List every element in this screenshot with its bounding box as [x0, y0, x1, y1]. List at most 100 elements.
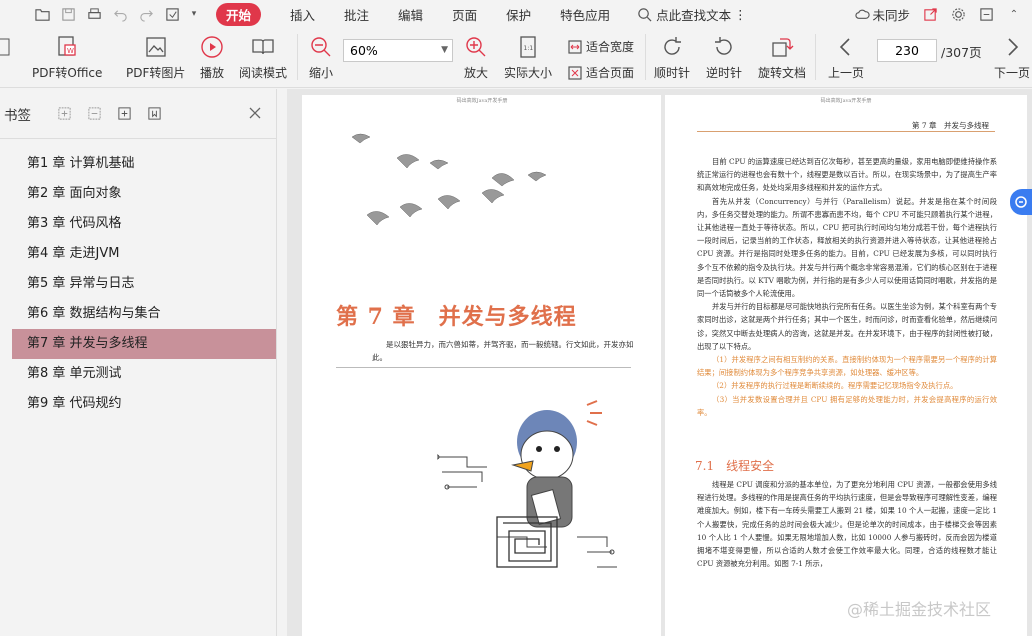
document-viewport[interactable]: 码出高效Java开发手册 第 7 章 并发与多线程 是以狠牡异力，而六兽如蒂，并…: [287, 89, 1032, 636]
chapter-intro: 是以狠牡异力，而六兽如蒂，并驾齐驱，而一毅统辖。行文如此，开发亦如此。: [372, 340, 634, 362]
bookmark-item-active[interactable]: 第7 章 并发与多线程: [12, 329, 276, 359]
paragraph: 目前 CPU 的运算速度已经达到百亿次每秒，甚至更高的量级，家用电脑即便维持操作…: [697, 157, 997, 193]
fit-page-button[interactable]: 适合页面: [567, 64, 634, 81]
zoom-select[interactable]: 60% ▼: [343, 39, 453, 62]
running-head: 第 7 章 并发与多线程: [911, 121, 989, 130]
find-text-box[interactable]: 点此查找文本 ⋮: [637, 5, 747, 24]
bookmark-item[interactable]: 第3 章 代码风格: [12, 209, 276, 239]
search-icon: [638, 7, 652, 21]
folder-icon[interactable]: [34, 6, 50, 22]
bookmark-icon[interactable]: [147, 106, 163, 122]
menu-features[interactable]: 特色应用: [560, 5, 610, 24]
chapter-title: 第 7 章 并发与多线程: [336, 304, 577, 330]
highlight-paragraph: （2）并发程序的执行过程是断断续续的。程序需要记忆现场指令及执行点。: [712, 381, 958, 391]
export-icon[interactable]: [164, 6, 180, 22]
section-title: 7.1 线程安全: [695, 459, 775, 473]
highlight-paragraph: （1）并发程序之间有相互制约的关系。直接制约体现为一个程序需要另一个程序的计算结…: [697, 355, 997, 378]
sync-status[interactable]: 未同步: [872, 5, 910, 24]
toolbar-separator: [297, 34, 298, 80]
pdf-to-office-button[interactable]: W PDF转Office: [32, 34, 102, 81]
menu-annotate[interactable]: 批注: [344, 5, 369, 24]
paragraph: 首先从并发（Concurrency）与并行（Parallelism）说起。并发是…: [697, 196, 997, 299]
divider: [336, 367, 631, 368]
header-line: [697, 131, 995, 132]
read-mode-button[interactable]: 阅读模式: [239, 34, 287, 81]
rotate-document-button[interactable]: 旋转文档: [758, 34, 806, 81]
more-icon[interactable]: ⋮: [734, 7, 747, 22]
menu-start[interactable]: 开始: [216, 2, 262, 26]
chevron-left-icon: [833, 34, 859, 60]
rotate-ccw-icon: [711, 34, 737, 60]
bookmark-item[interactable]: 第1 章 计算机基础: [12, 149, 276, 179]
bookmark-item[interactable]: 第4 章 走进JVM: [12, 239, 276, 269]
sidebar-title: 书签: [4, 107, 31, 124]
page-number-input[interactable]: 230: [877, 39, 937, 62]
image-icon: [143, 34, 169, 60]
book-icon: [250, 34, 276, 60]
bookmark-sidebar: 书签 第1 章 计算机基础 第2 章 面向对象 第3 章 代码风格 第4 章 走…: [0, 89, 277, 636]
svg-text:W: W: [67, 47, 74, 55]
expand-all-icon[interactable]: [57, 106, 73, 122]
paragraph: 线程是 CPU 调度和分派的基本单位，为了更充分地利用 CPU 资源，一般都会使…: [697, 480, 997, 569]
zoom-in-icon: [463, 34, 489, 60]
toolbar-separator: [645, 34, 646, 80]
collapse-all-icon[interactable]: [87, 106, 103, 122]
save-icon[interactable]: [60, 6, 76, 22]
watermark: @稀土掘金技术社区: [847, 600, 992, 619]
undo-icon[interactable]: [112, 6, 128, 22]
redo-icon[interactable]: [138, 6, 154, 22]
pdf-to-image-button[interactable]: PDF转图片: [126, 34, 185, 81]
prev-page-button[interactable]: 上一页: [828, 34, 864, 81]
bookmark-item[interactable]: 第2 章 面向对象: [12, 179, 276, 209]
actual-size-button[interactable]: 1:1 实际大小: [504, 34, 552, 81]
print-icon[interactable]: [86, 6, 102, 22]
menu-page[interactable]: 页面: [452, 5, 477, 24]
rotate-doc-icon: [769, 34, 795, 60]
rotate-ccw-button[interactable]: 逆时针: [706, 34, 742, 81]
collapse-icon[interactable]: ⌃: [1006, 6, 1022, 22]
toolbar-separator: [815, 34, 816, 80]
body-text: 目前 CPU 的运算速度已经达到百亿次每秒，甚至更高的量级，家用电脑即便维持操作…: [697, 155, 997, 419]
rotate-cw-icon: [659, 34, 685, 60]
zoom-in-button[interactable]: 放大: [463, 34, 489, 81]
zoom-out-icon: [308, 34, 334, 60]
section-body: 线程是 CPU 调度和分派的基本单位，为了更充分地利用 CPU 资源，一般都会使…: [697, 478, 997, 570]
actual-size-icon: 1:1: [515, 34, 541, 60]
paragraph: 并发与并行的目标都是尽可能快地执行完所有任务。以医生坐诊为例，某个科室有两个专家…: [697, 302, 997, 351]
close-icon[interactable]: [248, 106, 262, 120]
page-header: 码出高效Java开发手册: [456, 98, 508, 104]
pdf-reader-app: ▾ 开始 插入 批注 编辑 页面 保护 特色应用 点此查找文本 ⋮ 未同步 ⌃ …: [0, 0, 1032, 636]
right-tools: 未同步 ⌃: [854, 0, 1032, 28]
fit-width-button[interactable]: 适合宽度: [567, 38, 634, 55]
add-bookmark-icon[interactable]: [117, 106, 133, 122]
fit-width-icon: [568, 39, 582, 54]
page-header: 码出高效Java开发手册: [820, 98, 872, 104]
menu-protect[interactable]: 保护: [506, 5, 531, 24]
left-edge-tool[interactable]: [0, 34, 14, 60]
bookmark-item[interactable]: 第5 章 异常与日志: [12, 269, 276, 299]
chevron-down-icon[interactable]: ▾: [186, 6, 202, 22]
menu-insert[interactable]: 插入: [290, 5, 315, 24]
fit-page-icon: [568, 65, 582, 80]
next-page-button[interactable]: 下一页: [994, 34, 1030, 81]
svg-text:1:1: 1:1: [524, 45, 534, 52]
bookmark-item[interactable]: 第8 章 单元测试: [12, 359, 276, 389]
bookmark-item[interactable]: 第6 章 数据结构与集合: [12, 299, 276, 329]
rotate-cw-button[interactable]: 顺时针: [654, 34, 690, 81]
chevron-down-icon[interactable]: ▼: [441, 40, 448, 61]
floating-assistant-button[interactable]: [1010, 189, 1032, 215]
zoom-value: 60%: [350, 43, 378, 58]
share-icon[interactable]: [922, 6, 938, 22]
feedback-icon[interactable]: [978, 6, 994, 22]
gear-icon[interactable]: [950, 6, 966, 22]
menu-bar: ▾ 开始 插入 批注 编辑 页面 保护 特色应用 点此查找文本 ⋮ 未同步 ⌃: [0, 0, 1032, 28]
pdf-page-right: 码出高效Java开发手册 第 7 章 并发与多线程 目前 CPU 的运算速度已经…: [665, 95, 1027, 636]
play-button[interactable]: 播放: [199, 34, 225, 81]
pdf-office-icon: W: [54, 34, 80, 60]
assistant-icon: [1015, 196, 1027, 208]
menu-edit[interactable]: 编辑: [398, 5, 423, 24]
cloud-sync-icon[interactable]: [854, 6, 870, 22]
zoom-out-button[interactable]: 缩小: [308, 34, 334, 81]
bookmark-item[interactable]: 第9 章 代码规约: [12, 389, 276, 419]
chevron-right-icon: [999, 34, 1025, 60]
